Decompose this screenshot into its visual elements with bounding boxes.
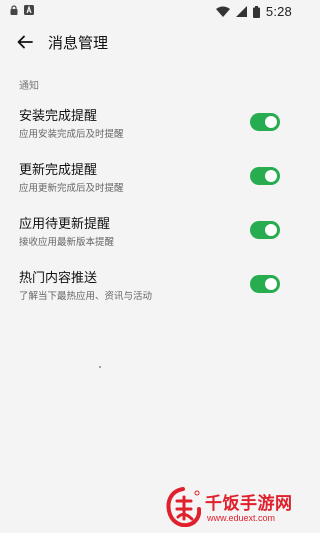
setting-subtitle: 了解当下最热应用、资讯与活动 bbox=[19, 291, 153, 302]
setting-pending-update[interactable]: 应用待更新提醒 接收应用最新版本提醒 bbox=[0, 204, 300, 258]
toggle-switch[interactable] bbox=[250, 221, 280, 239]
toggle-knob bbox=[265, 224, 277, 236]
status-right-icons: 5:28 bbox=[215, 4, 292, 19]
app-bar: 消息管理 bbox=[0, 26, 300, 56]
back-button[interactable] bbox=[14, 31, 36, 53]
watermark-text: 千饭手游网 bbox=[205, 494, 293, 514]
stray-dot bbox=[99, 366, 101, 368]
notification-a-icon bbox=[24, 5, 34, 15]
setting-title: 应用待更新提醒 bbox=[19, 217, 111, 232]
setting-subtitle: 接收应用最新版本提醒 bbox=[19, 237, 115, 248]
setting-title: 安装完成提醒 bbox=[19, 109, 98, 124]
setting-update-complete[interactable]: 更新完成提醒 应用更新完成后及时提醒 bbox=[0, 150, 300, 204]
setting-subtitle: 应用安装完成后及时提醒 bbox=[19, 129, 124, 140]
watermark-url: www.eduext.com bbox=[207, 513, 276, 523]
toggle-switch[interactable] bbox=[250, 167, 280, 185]
settings-list: 安装完成提醒 应用安装完成后及时提醒 更新完成提醒 应用更新完成后及时提醒 应用… bbox=[0, 96, 300, 312]
wifi-icon bbox=[215, 6, 230, 17]
section-header: 通知 bbox=[19, 81, 39, 92]
arrow-left-icon bbox=[14, 35, 36, 57]
toggle-switch[interactable] bbox=[250, 275, 280, 293]
lock-icon bbox=[10, 5, 18, 15]
signal-icon bbox=[235, 6, 247, 17]
toggle-knob bbox=[265, 278, 277, 290]
toggle-switch[interactable] bbox=[250, 113, 280, 131]
status-time: 5:28 bbox=[265, 4, 292, 19]
status-left-icons bbox=[10, 5, 34, 15]
watermark-logo-icon bbox=[165, 487, 202, 528]
setting-subtitle: 应用更新完成后及时提醒 bbox=[19, 183, 124, 194]
toggle-knob bbox=[265, 170, 277, 182]
page-title: 消息管理 bbox=[48, 34, 109, 52]
setting-title: 更新完成提醒 bbox=[19, 163, 98, 178]
toggle-knob bbox=[265, 116, 277, 128]
watermark: 千饭手游网 www.eduext.com bbox=[165, 487, 295, 529]
status-bar: 5:28 bbox=[0, 0, 300, 22]
setting-install-complete[interactable]: 安装完成提醒 应用安装完成后及时提醒 bbox=[0, 96, 300, 150]
battery-icon bbox=[252, 5, 260, 18]
setting-title: 热门内容推送 bbox=[19, 271, 98, 286]
setting-hot-content[interactable]: 热门内容推送 了解当下最热应用、资讯与活动 bbox=[0, 258, 300, 312]
